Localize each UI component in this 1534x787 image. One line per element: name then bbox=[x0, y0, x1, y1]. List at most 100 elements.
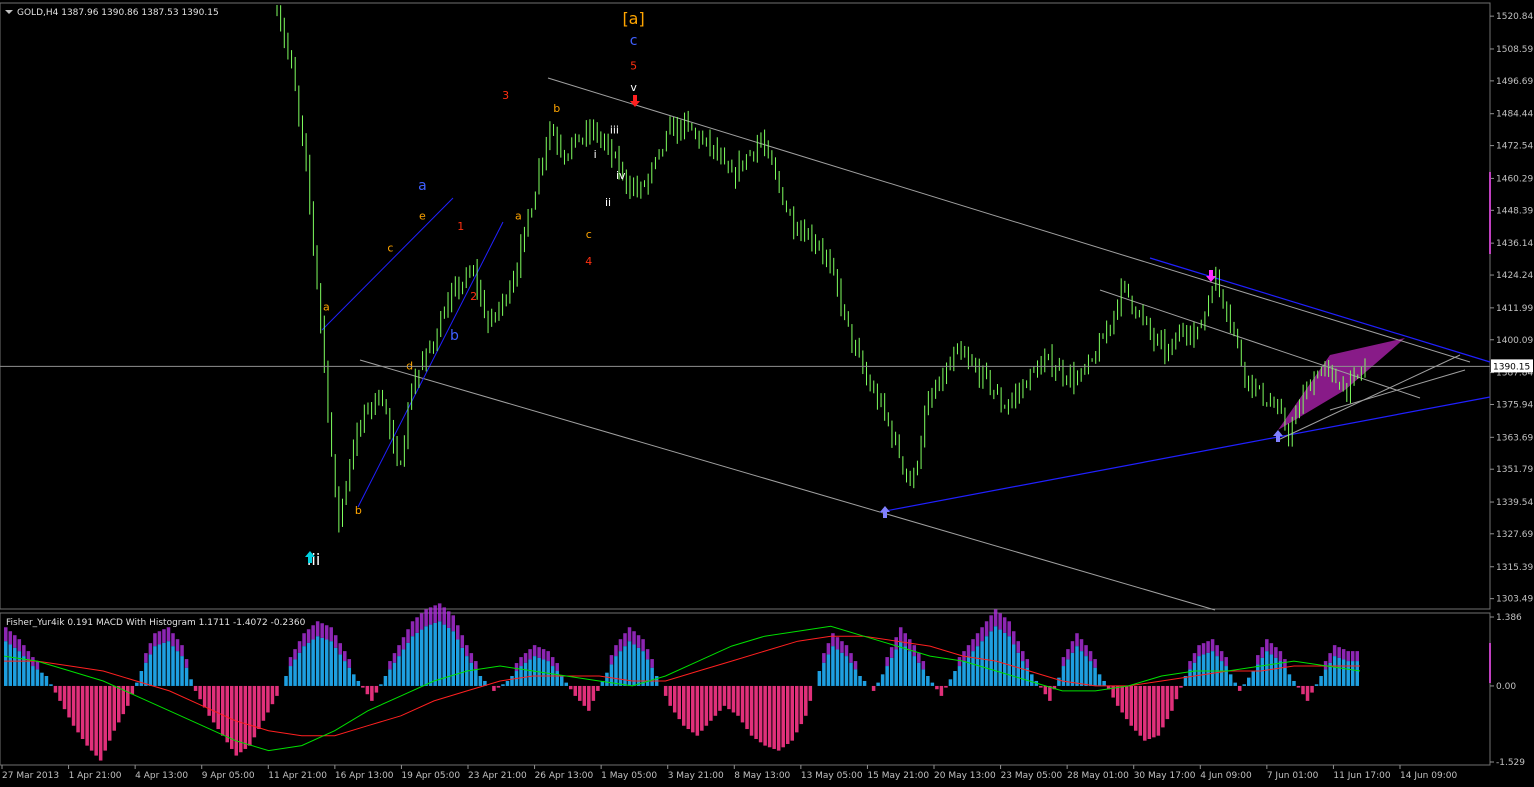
histogram-bar bbox=[153, 646, 157, 686]
histogram-bar bbox=[817, 671, 822, 686]
wave-label: b bbox=[450, 328, 459, 344]
histogram-bar bbox=[85, 685, 89, 746]
histogram-bar bbox=[374, 685, 379, 693]
histogram-bar bbox=[243, 685, 248, 749]
histogram-bar bbox=[157, 644, 162, 686]
histogram-bar bbox=[1192, 662, 1197, 686]
histogram-bar bbox=[614, 656, 618, 686]
histogram-bar bbox=[727, 685, 731, 710]
histogram-bar bbox=[166, 641, 171, 686]
fisher-bar bbox=[456, 625, 460, 640]
histogram-bar bbox=[343, 661, 347, 686]
fisher-bar bbox=[148, 643, 153, 655]
histogram-bar bbox=[293, 659, 297, 686]
histogram-bar bbox=[596, 685, 600, 691]
fisher-bar bbox=[898, 627, 903, 642]
histogram-bar bbox=[1043, 685, 1048, 695]
fisher-bar bbox=[1011, 631, 1016, 645]
current-price-tag: 1390.15 bbox=[1491, 359, 1533, 373]
histogram-bar bbox=[523, 662, 528, 686]
indicator-tick-label: 1.386 bbox=[1496, 613, 1522, 623]
histogram-bar bbox=[799, 685, 804, 725]
histogram-bar bbox=[650, 667, 654, 686]
time-tick-label: 7 Jun 01:00 bbox=[1267, 771, 1319, 781]
histogram-bar bbox=[795, 685, 799, 733]
histogram-bar bbox=[1310, 685, 1314, 693]
fisher-bar bbox=[184, 659, 189, 668]
fisher-bar bbox=[1002, 617, 1007, 633]
fisher-bar bbox=[998, 613, 1002, 630]
fisher-bar bbox=[415, 617, 419, 633]
histogram-bar bbox=[745, 685, 749, 730]
histogram-bar bbox=[889, 657, 894, 686]
fisher-bar bbox=[971, 639, 975, 652]
price-tick-label: 1436.14 bbox=[1496, 239, 1533, 249]
histogram-bar bbox=[1247, 677, 1251, 686]
price-tick-label: 1315.39 bbox=[1496, 563, 1533, 573]
fisher-bar bbox=[822, 653, 826, 663]
histogram-bar bbox=[53, 685, 58, 693]
histogram-bar bbox=[1265, 651, 1269, 686]
wave-label: a bbox=[515, 209, 522, 222]
histogram-bar bbox=[686, 685, 691, 730]
histogram-bar bbox=[388, 669, 392, 686]
fisher-bar bbox=[428, 607, 433, 625]
fisher-bar bbox=[966, 645, 971, 657]
fisher-bar bbox=[388, 661, 392, 670]
fisher-bar bbox=[180, 645, 184, 657]
fisher-bar bbox=[835, 637, 840, 650]
histogram-bar bbox=[451, 631, 455, 686]
histogram-bar bbox=[76, 685, 80, 733]
fisher-bar bbox=[514, 663, 519, 672]
histogram-bar bbox=[1070, 652, 1075, 686]
histogram-bar bbox=[1039, 685, 1043, 688]
histogram-bar bbox=[682, 685, 686, 726]
fisher-bar bbox=[446, 611, 451, 628]
fisher-bar bbox=[1260, 647, 1265, 658]
time-tick-label: 27 Mar 2013 bbox=[2, 771, 59, 781]
fisher-bar bbox=[1283, 659, 1287, 668]
histogram-bar bbox=[492, 685, 496, 691]
histogram-bar bbox=[984, 636, 989, 686]
chart-window: [a]c5v3biiiiiviiac4ae1c2abdbiii 1520.841… bbox=[0, 0, 1534, 787]
histogram-bar bbox=[1011, 644, 1016, 686]
fisher-bar bbox=[894, 637, 898, 650]
histogram-bar bbox=[40, 672, 44, 686]
histogram-bar bbox=[564, 682, 568, 686]
fisher-bar bbox=[623, 633, 627, 647]
histogram-bar bbox=[912, 656, 917, 686]
histogram-bar bbox=[98, 685, 103, 761]
histogram-bar bbox=[13, 647, 17, 686]
histogram-bar bbox=[306, 642, 311, 686]
histogram-bar bbox=[419, 629, 424, 686]
histogram-bar bbox=[894, 649, 898, 686]
histogram-bar bbox=[935, 685, 939, 690]
histogram-bar bbox=[957, 666, 962, 686]
histogram-bar bbox=[1079, 651, 1084, 686]
fisher-bar bbox=[957, 657, 962, 667]
histogram-bar bbox=[998, 629, 1002, 686]
fisher-bar bbox=[645, 649, 650, 660]
histogram-bar bbox=[840, 652, 844, 686]
histogram-bar bbox=[139, 671, 144, 686]
fisher-bar bbox=[1084, 645, 1088, 657]
histogram-bar bbox=[1134, 685, 1138, 731]
fisher-bar bbox=[1341, 649, 1346, 660]
histogram-bar bbox=[320, 637, 324, 686]
histogram-bar bbox=[578, 685, 582, 701]
fisher-bar bbox=[1066, 649, 1070, 660]
histogram-bar bbox=[758, 685, 763, 743]
fisher-bar bbox=[8, 631, 13, 645]
wave-label: [a] bbox=[622, 9, 644, 28]
price-tick-label: 1351.79 bbox=[1496, 465, 1533, 475]
histogram-bar bbox=[587, 685, 591, 711]
histogram-bar bbox=[356, 680, 361, 686]
time-tick-label: 26 Apr 13:00 bbox=[535, 771, 594, 781]
histogram-bar bbox=[175, 651, 180, 686]
fisher-bar bbox=[343, 651, 347, 662]
histogram-bar bbox=[862, 680, 867, 686]
fisher-bar bbox=[989, 615, 993, 632]
price-tick-label: 1508.59 bbox=[1496, 45, 1533, 55]
histogram-bar bbox=[202, 685, 207, 708]
fisher-bar bbox=[406, 629, 410, 643]
